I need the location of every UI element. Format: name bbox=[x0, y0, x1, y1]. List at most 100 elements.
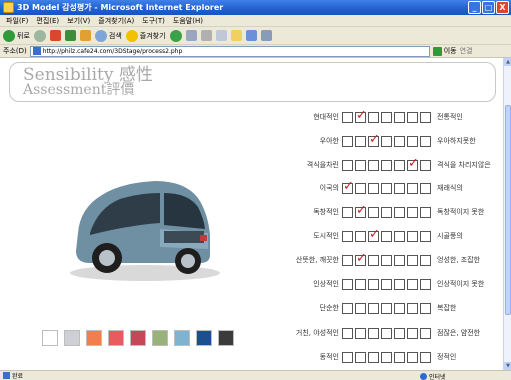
rating-checkbox[interactable] bbox=[420, 159, 431, 171]
rating-checkbox[interactable] bbox=[342, 230, 353, 242]
rating-checkbox[interactable] bbox=[355, 159, 366, 171]
rating-checkbox[interactable] bbox=[381, 111, 392, 123]
menu-tools[interactable]: 도구(T) bbox=[142, 16, 165, 26]
rating-checkbox[interactable] bbox=[420, 302, 431, 314]
color-swatch[interactable] bbox=[108, 330, 124, 346]
rating-checkbox[interactable] bbox=[368, 327, 379, 339]
rating-checkbox[interactable] bbox=[381, 159, 392, 171]
rating-checkbox[interactable] bbox=[368, 206, 379, 218]
favorites-button[interactable]: 즐겨찾기 bbox=[125, 29, 166, 42]
rating-checkbox[interactable] bbox=[420, 254, 431, 266]
rating-checkbox[interactable]: ✓ bbox=[355, 109, 367, 123]
rating-checkbox[interactable] bbox=[407, 254, 418, 266]
rating-checkbox[interactable] bbox=[342, 135, 353, 147]
rating-checkbox[interactable] bbox=[381, 254, 392, 266]
refresh-icon[interactable] bbox=[64, 30, 76, 41]
rating-checkbox[interactable] bbox=[368, 278, 379, 290]
menu-file[interactable]: 파일(F) bbox=[6, 16, 28, 26]
rating-checkbox[interactable] bbox=[342, 327, 353, 339]
stop-icon[interactable] bbox=[49, 30, 61, 41]
rating-checkbox[interactable] bbox=[394, 182, 405, 194]
search-button[interactable]: 검색 bbox=[94, 29, 122, 42]
rating-checkbox[interactable] bbox=[407, 302, 418, 314]
rating-checkbox[interactable] bbox=[381, 327, 392, 339]
color-swatch[interactable] bbox=[86, 330, 102, 346]
rating-checkbox[interactable] bbox=[355, 327, 366, 339]
color-swatch[interactable] bbox=[64, 330, 80, 346]
rating-checkbox[interactable] bbox=[355, 182, 366, 194]
rating-checkbox[interactable]: ✓ bbox=[368, 228, 380, 242]
rating-checkbox[interactable]: ✓ bbox=[355, 204, 367, 218]
history-icon[interactable] bbox=[169, 29, 182, 42]
rating-checkbox[interactable] bbox=[342, 278, 353, 290]
rating-checkbox[interactable] bbox=[394, 135, 405, 147]
rating-checkbox[interactable] bbox=[420, 351, 431, 363]
maximize-button[interactable]: □ bbox=[482, 1, 495, 14]
scroll-up-icon[interactable]: ▲ bbox=[504, 58, 511, 66]
rating-checkbox[interactable] bbox=[394, 111, 405, 123]
messenger-icon[interactable] bbox=[245, 30, 257, 41]
vertical-scrollbar[interactable]: ▲ ▼ bbox=[503, 58, 511, 370]
rating-checkbox[interactable] bbox=[368, 254, 379, 266]
rating-checkbox[interactable] bbox=[355, 230, 366, 242]
close-button[interactable]: X bbox=[496, 1, 509, 14]
rating-checkbox[interactable] bbox=[368, 302, 379, 314]
rating-checkbox[interactable] bbox=[381, 302, 392, 314]
print-icon[interactable] bbox=[200, 30, 212, 41]
rating-checkbox[interactable] bbox=[420, 278, 431, 290]
go-button[interactable]: 이동 bbox=[432, 46, 457, 56]
rating-checkbox[interactable] bbox=[368, 351, 379, 363]
scroll-down-icon[interactable]: ▼ bbox=[504, 362, 511, 370]
mail-icon[interactable] bbox=[185, 30, 197, 41]
rating-checkbox[interactable] bbox=[342, 159, 353, 171]
rating-checkbox[interactable] bbox=[342, 254, 353, 266]
color-swatch[interactable] bbox=[218, 330, 234, 346]
rating-checkbox[interactable] bbox=[355, 278, 366, 290]
forward-arrow-icon[interactable] bbox=[33, 29, 46, 42]
rating-checkbox[interactable] bbox=[368, 182, 379, 194]
rating-checkbox[interactable] bbox=[355, 302, 366, 314]
rating-checkbox[interactable]: ✓ bbox=[342, 180, 354, 194]
color-swatch[interactable] bbox=[152, 330, 168, 346]
address-input[interactable]: http://philz.cafe24.com/3DStage/process2… bbox=[29, 45, 430, 57]
rating-checkbox[interactable] bbox=[394, 327, 405, 339]
rating-checkbox[interactable]: ✓ bbox=[368, 133, 380, 147]
rating-checkbox[interactable] bbox=[342, 351, 353, 363]
color-swatch[interactable] bbox=[130, 330, 146, 346]
links-label[interactable]: 연결 bbox=[460, 46, 473, 56]
minimize-button[interactable]: _ bbox=[468, 1, 481, 14]
car-3d-model[interactable] bbox=[60, 163, 225, 283]
edit-icon[interactable] bbox=[215, 30, 227, 41]
rating-checkbox[interactable] bbox=[394, 254, 405, 266]
rating-checkbox[interactable] bbox=[394, 206, 405, 218]
rating-checkbox[interactable] bbox=[394, 278, 405, 290]
tools-icon[interactable] bbox=[260, 30, 272, 41]
rating-checkbox[interactable] bbox=[394, 230, 405, 242]
rating-checkbox[interactable] bbox=[420, 327, 431, 339]
scroll-thumb[interactable] bbox=[505, 105, 511, 315]
rating-checkbox[interactable] bbox=[394, 351, 405, 363]
rating-checkbox[interactable] bbox=[407, 230, 418, 242]
rating-checkbox[interactable] bbox=[407, 111, 418, 123]
menu-favorites[interactable]: 즐겨찾기(A) bbox=[98, 16, 134, 26]
rating-checkbox[interactable] bbox=[407, 278, 418, 290]
rating-checkbox[interactable] bbox=[381, 230, 392, 242]
menu-view[interactable]: 보기(V) bbox=[67, 16, 90, 26]
rating-checkbox[interactable] bbox=[394, 159, 405, 171]
rating-checkbox[interactable] bbox=[420, 135, 431, 147]
menu-help[interactable]: 도움말(H) bbox=[173, 16, 203, 26]
rating-checkbox[interactable] bbox=[407, 351, 418, 363]
rating-checkbox[interactable] bbox=[420, 206, 431, 218]
rating-checkbox[interactable] bbox=[381, 206, 392, 218]
color-swatch[interactable] bbox=[42, 330, 58, 346]
rating-checkbox[interactable] bbox=[342, 111, 353, 123]
rating-checkbox[interactable] bbox=[407, 135, 418, 147]
rating-checkbox[interactable] bbox=[407, 327, 418, 339]
rating-checkbox[interactable] bbox=[368, 159, 379, 171]
rating-checkbox[interactable] bbox=[381, 351, 392, 363]
home-icon[interactable] bbox=[79, 30, 91, 41]
rating-checkbox[interactable] bbox=[381, 182, 392, 194]
back-button[interactable]: 뒤로 bbox=[3, 29, 30, 42]
rating-checkbox[interactable] bbox=[420, 182, 431, 194]
color-swatch[interactable] bbox=[174, 330, 190, 346]
